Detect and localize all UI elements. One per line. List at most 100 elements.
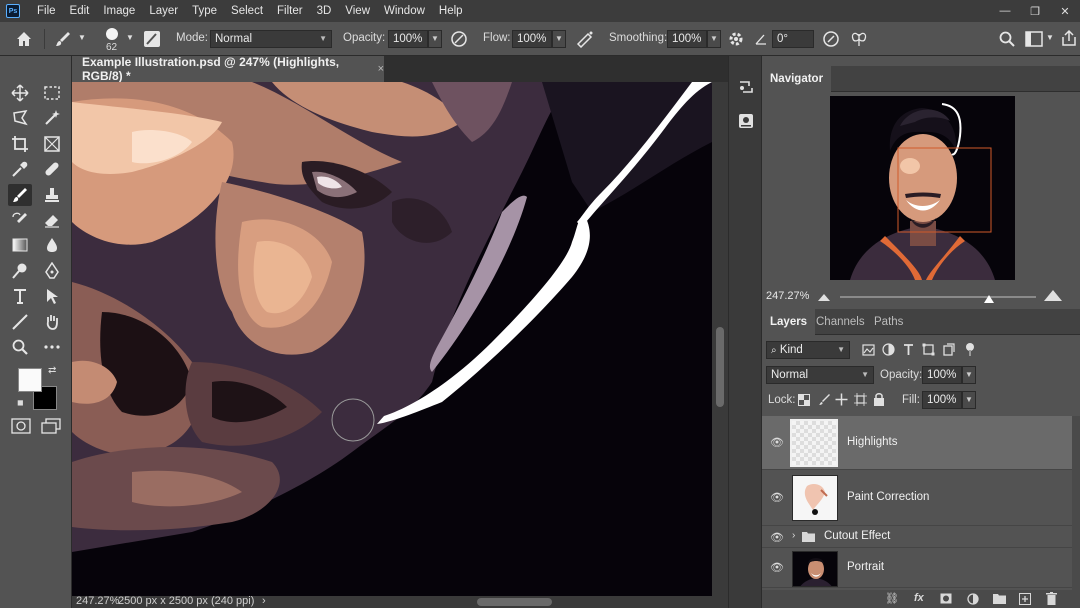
layer-row-portrait[interactable]: 👁 Portrait bbox=[762, 548, 1072, 588]
more-tools[interactable] bbox=[40, 336, 64, 358]
new-layer-icon[interactable] bbox=[1019, 593, 1031, 605]
document-canvas[interactable] bbox=[72, 82, 712, 596]
menu-3d[interactable]: 3D bbox=[310, 0, 339, 22]
history-panel-icon[interactable] bbox=[737, 78, 755, 96]
tab-paths[interactable]: Paths bbox=[866, 309, 911, 335]
link-layers-icon[interactable]: ⛓ bbox=[885, 592, 899, 605]
type-layer-filter-icon[interactable] bbox=[902, 343, 915, 356]
eyedropper-tool[interactable] bbox=[8, 158, 32, 180]
hand-tool[interactable] bbox=[40, 311, 64, 333]
menu-edit[interactable]: Edit bbox=[63, 0, 97, 22]
frame-tool[interactable] bbox=[40, 133, 64, 155]
blend-mode-select[interactable]: Normal ▼ bbox=[766, 366, 874, 384]
zoom-tool[interactable] bbox=[8, 336, 32, 358]
mode-select[interactable]: Normal ▼ bbox=[210, 30, 332, 48]
menu-image[interactable]: Image bbox=[96, 0, 142, 22]
visibility-eye-icon[interactable]: 👁 bbox=[770, 436, 784, 449]
flow-dropdown-button[interactable]: ▼ bbox=[552, 30, 566, 48]
adjustment-layer-icon[interactable] bbox=[967, 593, 979, 605]
status-zoom[interactable]: 247.27% bbox=[76, 595, 119, 607]
chevron-down-icon[interactable]: ▼ bbox=[78, 33, 86, 42]
layers-scrollbar[interactable] bbox=[1072, 416, 1080, 590]
navigator-zoom-readout[interactable]: 247.27% bbox=[766, 290, 809, 302]
lock-artboard-icon[interactable] bbox=[854, 393, 867, 406]
navigator-thumbnail[interactable] bbox=[830, 96, 1015, 280]
visibility-eye-icon[interactable]: 👁 bbox=[770, 531, 784, 544]
lock-position-icon[interactable] bbox=[835, 393, 848, 406]
minimize-button[interactable]: — bbox=[990, 5, 1020, 17]
healing-brush-tool[interactable] bbox=[40, 158, 64, 180]
brush-tool[interactable] bbox=[8, 184, 32, 206]
line-tool[interactable] bbox=[8, 311, 32, 333]
layer-row-paint-correction[interactable]: 👁 Paint Correction bbox=[762, 470, 1072, 526]
canvas-vertical-scrollbar[interactable] bbox=[712, 82, 728, 596]
clone-stamp-tool[interactable] bbox=[40, 184, 64, 206]
opacity-dropdown-button[interactable]: ▼ bbox=[428, 30, 442, 48]
crop-tool[interactable] bbox=[8, 133, 32, 155]
properties-panel-icon[interactable] bbox=[737, 112, 755, 130]
airbrush-icon[interactable] bbox=[576, 30, 594, 48]
quick-mask-icon[interactable] bbox=[11, 418, 31, 434]
screen-mode-icon[interactable] bbox=[41, 418, 61, 434]
close-window-button[interactable]: ✕ bbox=[1050, 5, 1080, 18]
new-group-folder-icon[interactable] bbox=[993, 593, 1006, 604]
share-icon[interactable] bbox=[1060, 29, 1078, 47]
brush-settings-panel-icon[interactable] bbox=[143, 30, 161, 48]
brush-tool-preset-icon[interactable] bbox=[54, 30, 72, 48]
layer-row-highlights[interactable]: 👁 Highlights bbox=[762, 416, 1072, 470]
search-icon[interactable] bbox=[998, 30, 1016, 48]
adjustment-layer-filter-icon[interactable] bbox=[882, 343, 895, 356]
layer-name[interactable]: Cutout Effect bbox=[824, 530, 890, 542]
menu-file[interactable]: File bbox=[30, 0, 63, 22]
trash-icon[interactable] bbox=[1046, 592, 1057, 605]
layer-style-fx-icon[interactable]: fx bbox=[914, 592, 924, 604]
expand-group-chevron-icon[interactable]: › bbox=[792, 530, 795, 541]
symmetry-butterfly-icon[interactable] bbox=[850, 30, 868, 48]
zoom-out-mountain-icon[interactable] bbox=[818, 293, 830, 301]
menu-layer[interactable]: Layer bbox=[142, 0, 185, 22]
visibility-eye-icon[interactable]: 👁 bbox=[770, 491, 784, 504]
move-tool[interactable] bbox=[8, 82, 32, 104]
layer-filter-select[interactable]: ⌕ Kind ▼ bbox=[766, 341, 850, 359]
smoothing-field[interactable]: 100% bbox=[667, 30, 707, 48]
gear-icon[interactable] bbox=[727, 30, 745, 48]
tab-channels[interactable]: Channels bbox=[808, 309, 873, 335]
fill-dropdown[interactable]: ▼ bbox=[962, 391, 976, 409]
zoom-in-mountain-icon[interactable] bbox=[1044, 289, 1062, 301]
menu-type[interactable]: Type bbox=[185, 0, 224, 22]
navigator-zoom-slider-track[interactable] bbox=[840, 296, 1036, 298]
layer-name[interactable]: Portrait bbox=[847, 561, 884, 573]
pixel-layer-filter-icon[interactable] bbox=[862, 344, 875, 356]
flow-field[interactable]: 100% bbox=[512, 30, 552, 48]
tab-navigator[interactable]: Navigator bbox=[762, 66, 832, 92]
layer-name[interactable]: Highlights bbox=[847, 436, 898, 448]
smart-object-filter-icon[interactable] bbox=[942, 343, 955, 356]
marquee-tool[interactable] bbox=[40, 82, 64, 104]
type-tool[interactable] bbox=[8, 285, 32, 307]
lock-transparent-pixels-icon[interactable] bbox=[798, 394, 810, 406]
blur-tool[interactable] bbox=[40, 234, 64, 256]
swap-colors-icon[interactable]: ⇄ bbox=[48, 365, 56, 376]
eraser-tool[interactable] bbox=[40, 209, 64, 231]
lock-image-pixels-icon[interactable] bbox=[818, 393, 831, 406]
menu-view[interactable]: View bbox=[338, 0, 377, 22]
opacity-field[interactable]: 100% bbox=[388, 30, 428, 48]
visibility-eye-icon[interactable]: 👁 bbox=[770, 561, 784, 574]
pressure-opacity-icon[interactable] bbox=[450, 30, 468, 48]
filter-toggle-icon[interactable] bbox=[965, 342, 975, 356]
document-tab[interactable]: Example Illustration.psd @ 247% (Highlig… bbox=[72, 55, 384, 83]
horizontal-scroll-thumb[interactable] bbox=[477, 598, 552, 606]
smoothing-dropdown-button[interactable]: ▼ bbox=[707, 30, 721, 48]
layer-row-cutout-effect-group[interactable]: 👁 › Cutout Effect bbox=[762, 526, 1072, 548]
gradient-tool[interactable] bbox=[8, 234, 32, 256]
history-brush-tool[interactable] bbox=[8, 209, 32, 231]
pen-tool[interactable] bbox=[40, 260, 64, 282]
status-menu-arrow[interactable]: › bbox=[262, 595, 266, 607]
menu-window[interactable]: Window bbox=[377, 0, 432, 22]
layer-opacity-field[interactable]: 100% bbox=[922, 366, 962, 384]
shape-layer-filter-icon[interactable] bbox=[922, 343, 935, 356]
pressure-size-icon[interactable] bbox=[822, 30, 840, 48]
layer-opacity-dropdown[interactable]: ▼ bbox=[962, 366, 976, 384]
close-tab-icon[interactable]: × bbox=[378, 63, 384, 75]
restore-button[interactable]: ❐ bbox=[1020, 5, 1050, 18]
